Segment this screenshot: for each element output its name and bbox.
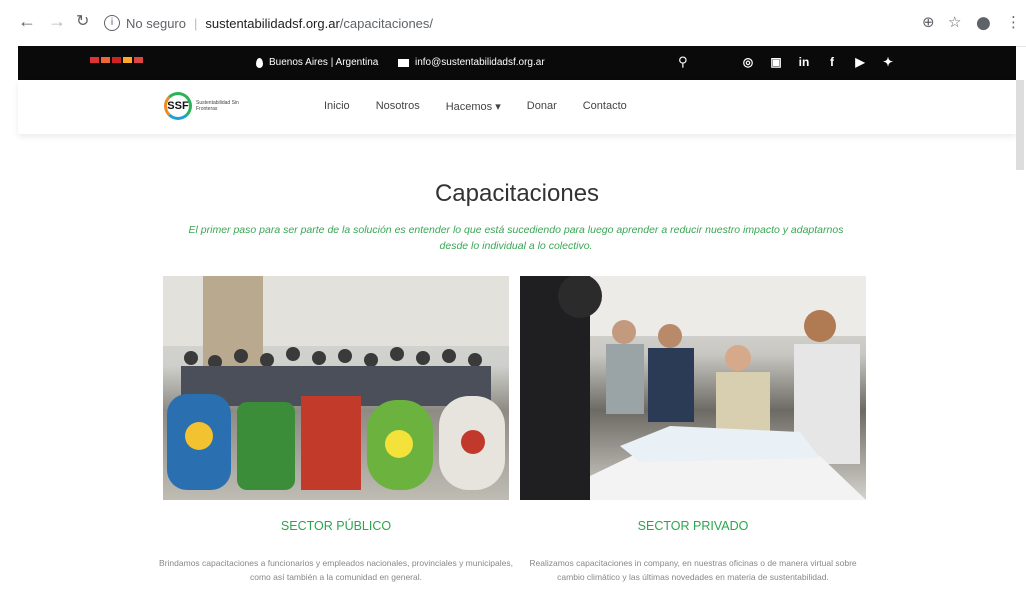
whatsapp-icon[interactable]: ◎ <box>742 55 754 69</box>
location-text: Buenos Aires | Argentina <box>269 57 379 68</box>
sector-privado-heading: SECTOR PRIVADO <box>637 519 749 533</box>
mail-icon <box>398 58 409 67</box>
site-logo[interactable]: SSF Sustentabilidad Sin Fronteras <box>164 92 240 120</box>
nav-menu: Inicio Nosotros Hacemos ▾ Donar Contacto <box>324 100 627 113</box>
public-sector-photo-art <box>163 276 509 490</box>
forward-arrow-icon[interactable]: → <box>48 12 66 30</box>
search-icon[interactable]: ⚲ <box>678 55 688 70</box>
page-title: Capacitaciones <box>434 180 600 207</box>
sector-privado-text: Realizamos capacitaciones in company, en… <box>529 558 857 582</box>
menu-dots-icon[interactable]: ⋮ <box>1006 13 1021 31</box>
address-bar[interactable]: i No seguro | sustentabilidadsf.org.ar/c… <box>104 10 910 36</box>
security-label: No seguro <box>126 15 186 31</box>
browser-toolbar: ← → ↻ i No seguro | sustentabilidadsf.or… <box>0 0 1026 47</box>
location-item: Buenos Aires | Argentina <box>256 57 378 68</box>
social-links: ◎ ▣ in f ▶ ✦ <box>742 55 894 69</box>
email-item[interactable]: info@sustentabilidadsf.org.ar <box>398 57 545 68</box>
private-sector-photo <box>520 276 866 500</box>
private-sector-photo-art <box>520 276 866 500</box>
address-separator: | <box>193 15 198 31</box>
twitter-icon[interactable]: ✦ <box>882 55 894 69</box>
reload-icon[interactable]: ↻ <box>76 12 89 30</box>
top-info-bar: Buenos Aires | Argentina info@sustentabi… <box>18 46 1016 80</box>
left-edge <box>0 46 18 611</box>
instagram-icon[interactable]: ▣ <box>770 55 782 69</box>
nav-item-nosotros[interactable]: Nosotros <box>376 100 420 113</box>
profile-icon[interactable]: ● <box>976 13 991 33</box>
public-sector-photo <box>163 276 509 500</box>
logo-mark: SSF <box>164 92 192 120</box>
url-path: /capacitaciones/ <box>339 15 434 31</box>
youtube-icon[interactable]: ▶ <box>854 55 866 69</box>
info-icon[interactable]: i <box>104 15 120 31</box>
sector-publico-heading: SECTOR PÚBLICO <box>280 519 392 533</box>
nav-item-contacto[interactable]: Contacto <box>583 100 627 113</box>
nav-item-donar[interactable]: Donar <box>527 100 557 113</box>
bookmark-star-icon[interactable]: ☆ <box>948 13 961 31</box>
back-arrow-icon[interactable]: ← <box>18 12 36 30</box>
scrollbar-thumb[interactable] <box>1016 80 1024 170</box>
nav-item-inicio[interactable]: Inicio <box>324 100 350 113</box>
language-flags[interactable] <box>90 57 143 63</box>
email-text[interactable]: info@sustentabilidadsf.org.ar <box>415 57 545 68</box>
sector-publico-text: Brindamos capacitaciones a funcionarios … <box>159 558 513 582</box>
main-nav: SSF Sustentabilidad Sin Fronteras Inicio… <box>18 80 1016 134</box>
logo-text: Sustentabilidad Sin Fronteras <box>196 100 239 112</box>
facebook-icon[interactable]: f <box>826 55 838 69</box>
page-subtitle: El primer paso para ser parte de la solu… <box>188 224 844 252</box>
nav-item-hacemos[interactable]: Hacemos ▾ <box>446 100 501 113</box>
linkedin-icon[interactable]: in <box>798 55 810 69</box>
location-pin-icon <box>256 57 263 68</box>
url-domain: sustentabilidadsf.org.ar <box>205 15 340 31</box>
zoom-icon[interactable]: ⊕ <box>922 13 935 31</box>
